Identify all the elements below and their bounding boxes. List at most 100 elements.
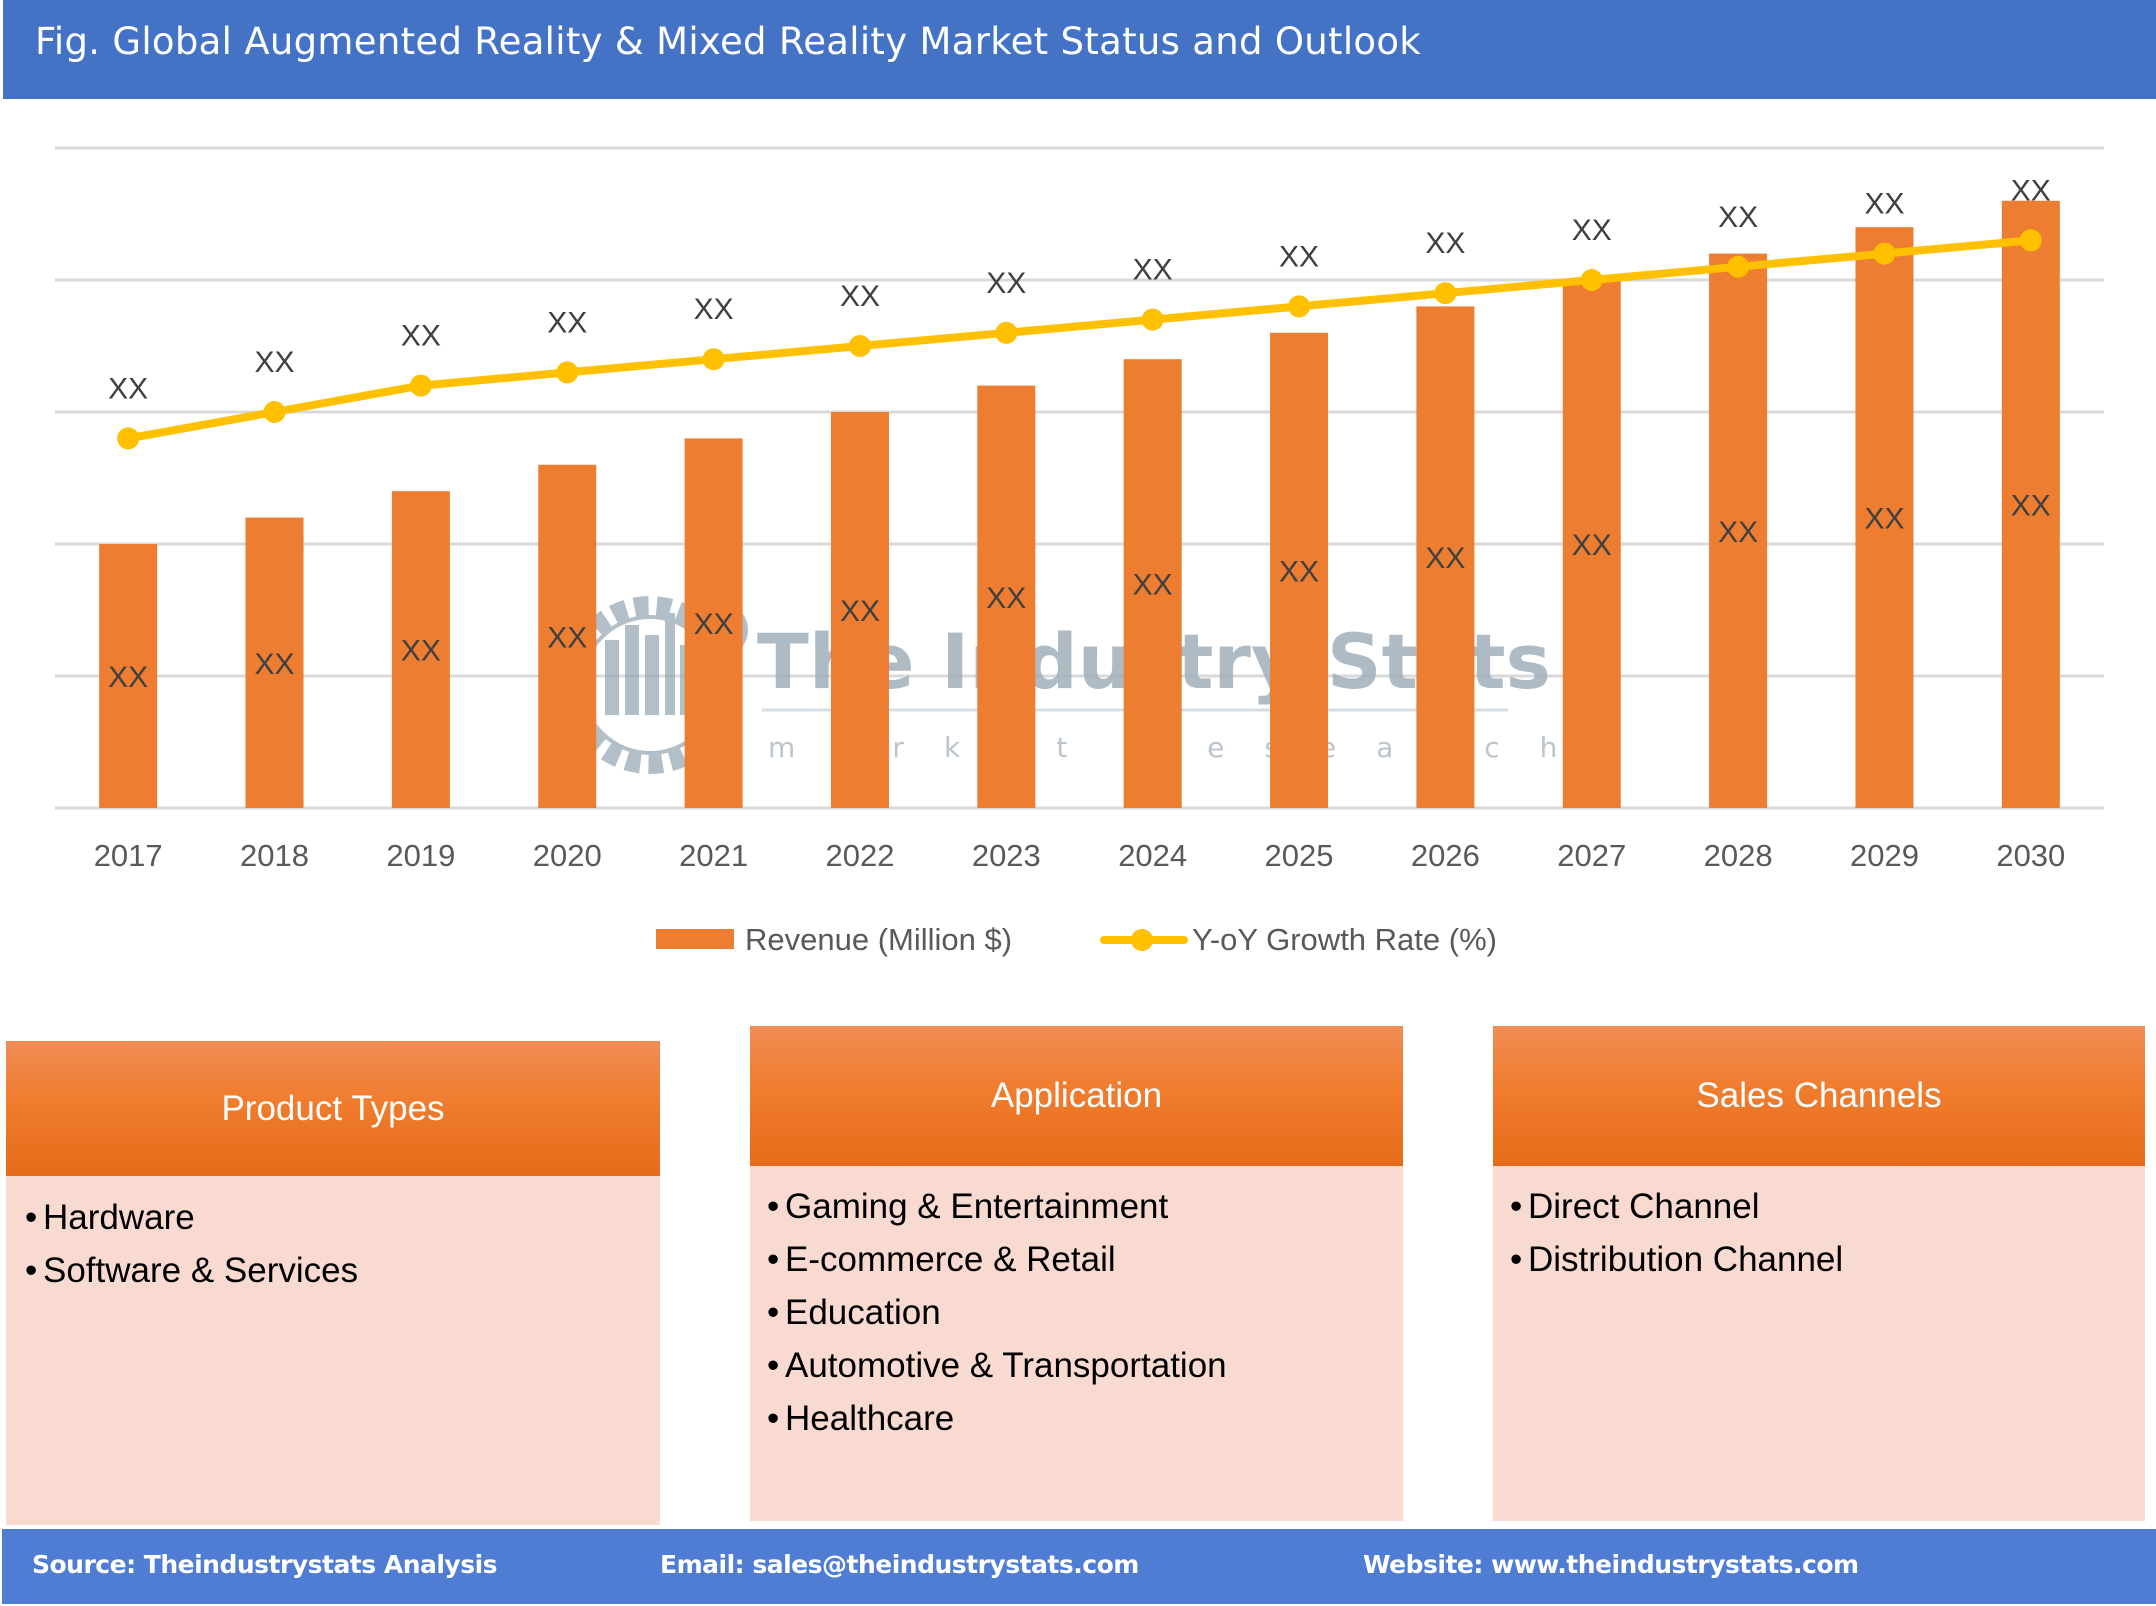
segment-header: Product Types <box>6 1041 660 1176</box>
segment-item-label: Gaming & Entertainment <box>785 1187 1169 1226</box>
line-data-label: XX <box>1864 188 1904 221</box>
bullet-icon: • <box>767 1399 780 1438</box>
line-data-label: XX <box>108 372 148 405</box>
legend-swatch-bar <box>656 929 734 949</box>
segment-box-product-types: Product Types • Hardware • Software & Servi… <box>6 1041 660 1525</box>
line-point-2024 <box>1141 308 1164 331</box>
bullet-icon: • <box>25 1198 38 1237</box>
line-point-2026 <box>1434 282 1457 305</box>
footer-bar: Source: Theindustrystats Analysis Email:… <box>2 1529 2156 1604</box>
footer-email: Email: sales@theindustrystats.com <box>660 1550 1139 1579</box>
segment-title: Application <box>990 1076 1163 1115</box>
line-point-2020 <box>556 361 579 384</box>
bar-data-label: XX <box>255 648 295 681</box>
x-tick-label: 2030 <box>1996 838 2065 873</box>
chart: The Industry Stats market research XXXXX… <box>55 146 2104 957</box>
bar-data-label: XX <box>401 635 441 668</box>
bullet-icon: • <box>767 1240 780 1279</box>
bullet-icon: • <box>25 1251 38 1290</box>
x-tick-label: 2024 <box>1118 838 1187 873</box>
bullet-icon: • <box>1510 1187 1523 1226</box>
legend-item-revenue: Revenue (Million $) <box>656 922 1012 957</box>
x-tick-label: 2028 <box>1704 838 1773 873</box>
segment-list-item: • Distribution Channel <box>1510 1233 2145 1286</box>
line-data-label: XX <box>986 267 1026 300</box>
segment-list-item: • Automotive & Transportation <box>767 1339 1403 1392</box>
line-point-2017 <box>117 427 140 450</box>
line-data-label: XX <box>1572 214 1612 247</box>
legend: Revenue (Million $) Y-oY Growth Rate (%) <box>656 922 1497 957</box>
bar-data-label: XX <box>108 661 148 694</box>
x-tick-label: 2029 <box>1850 838 1919 873</box>
x-axis-labels: 2017 2018 2019 2020 2021 2022 2023 2024 2025 2026… <box>94 838 2066 873</box>
segment-list-item: • Hardware <box>25 1191 660 1244</box>
segment-header: Sales Channels <box>1493 1026 2145 1166</box>
bullet-icon: • <box>1510 1240 1523 1279</box>
x-tick-label: 2017 <box>94 838 163 873</box>
x-tick-label: 2027 <box>1557 838 1626 873</box>
segment-list-item: • Education <box>767 1286 1403 1339</box>
segment-list: • Direct Channel • Distribution Channel <box>1493 1180 2145 1286</box>
bullet-icon: • <box>767 1346 780 1385</box>
line-point-2030 <box>2019 229 2042 252</box>
segment-title: Sales Channels <box>1696 1076 1942 1115</box>
line-data-label: XX <box>1133 254 1173 287</box>
bar-data-label: XX <box>694 608 734 641</box>
x-tick-label: 2025 <box>1265 838 1334 873</box>
legend-label-growth: Y-oY Growth Rate (%) <box>1192 922 1497 957</box>
segment-list-item: • E-commerce & Retail <box>767 1233 1403 1286</box>
x-tick-label: 2018 <box>240 838 309 873</box>
x-tick-label: 2019 <box>386 838 455 873</box>
line-point-2025 <box>1288 295 1311 318</box>
line-data-label: XX <box>694 293 734 326</box>
line-point-2027 <box>1580 269 1603 291</box>
bar-data-label: XX <box>840 595 880 628</box>
bar-data-label: XX <box>2011 489 2051 522</box>
segment-item-label: Software & Services <box>43 1251 359 1290</box>
line-data-label: XX <box>1279 240 1319 273</box>
segment-title: Product Types <box>221 1088 445 1128</box>
segment-item-label: Healthcare <box>785 1399 955 1438</box>
bar-data-label: XX <box>986 582 1026 615</box>
revenue-bars <box>99 200 2060 809</box>
line-point-2022 <box>848 335 871 357</box>
bar-data-label: XX <box>1718 516 1758 549</box>
bullet-icon: • <box>767 1293 780 1332</box>
bar-data-label: XX <box>1864 503 1904 536</box>
x-tick-label: 2023 <box>972 838 1041 873</box>
legend-label-revenue: Revenue (Million $) <box>745 922 1012 957</box>
segment-item-label: E-commerce & Retail <box>785 1240 1116 1279</box>
line-data-label: XX <box>840 280 880 313</box>
bar-data-label: XX <box>1572 529 1612 562</box>
segment-box-sales-channels: Sales Channels • Direct Channel • Distribut… <box>1493 1026 2145 1521</box>
bullet-icon: • <box>767 1187 780 1226</box>
segment-item-label: Distribution Channel <box>1528 1240 1844 1279</box>
x-tick-label: 2021 <box>679 838 748 873</box>
footer-website: Website: www.theindustrystats.com <box>1363 1550 1859 1579</box>
segment-header: Application <box>750 1026 1403 1166</box>
legend-item-growth: Y-oY Growth Rate (%) <box>1100 922 1497 957</box>
segment-list: • Gaming & Entertainment • E-commerce & Ret… <box>750 1180 1403 1445</box>
x-tick-label: 2022 <box>825 838 894 873</box>
line-data-label: XX <box>401 320 441 353</box>
line-data-label: XX <box>547 306 587 339</box>
segment-list: • Hardware • Software & Services <box>6 1191 660 1297</box>
line-point-2018 <box>263 401 286 423</box>
segment-list-item: • Healthcare <box>767 1392 1403 1445</box>
segment-box-application: Application • Gaming & Entertainment • E-co… <box>750 1026 1403 1521</box>
x-tick-label: 2026 <box>1411 838 1480 873</box>
segment-item-label: Education <box>785 1293 941 1332</box>
line-data-label: XX <box>1425 227 1465 260</box>
bar-data-label: XX <box>1133 569 1173 602</box>
line-data-label: XX <box>1718 201 1758 234</box>
line-point-2019 <box>409 374 432 397</box>
line-data-label: XX <box>255 346 295 379</box>
bar-data-label: XX <box>1279 555 1319 588</box>
bar-data-label: XX <box>547 621 587 654</box>
x-tick-label: 2020 <box>533 838 602 873</box>
segment-list-item: • Direct Channel <box>1510 1180 2145 1233</box>
bar-data-label: XX <box>1425 542 1465 575</box>
segment-item-label: Hardware <box>43 1198 195 1237</box>
footer-source: Source: Theindustrystats Analysis <box>32 1550 498 1579</box>
line-point-2023 <box>995 321 1018 344</box>
